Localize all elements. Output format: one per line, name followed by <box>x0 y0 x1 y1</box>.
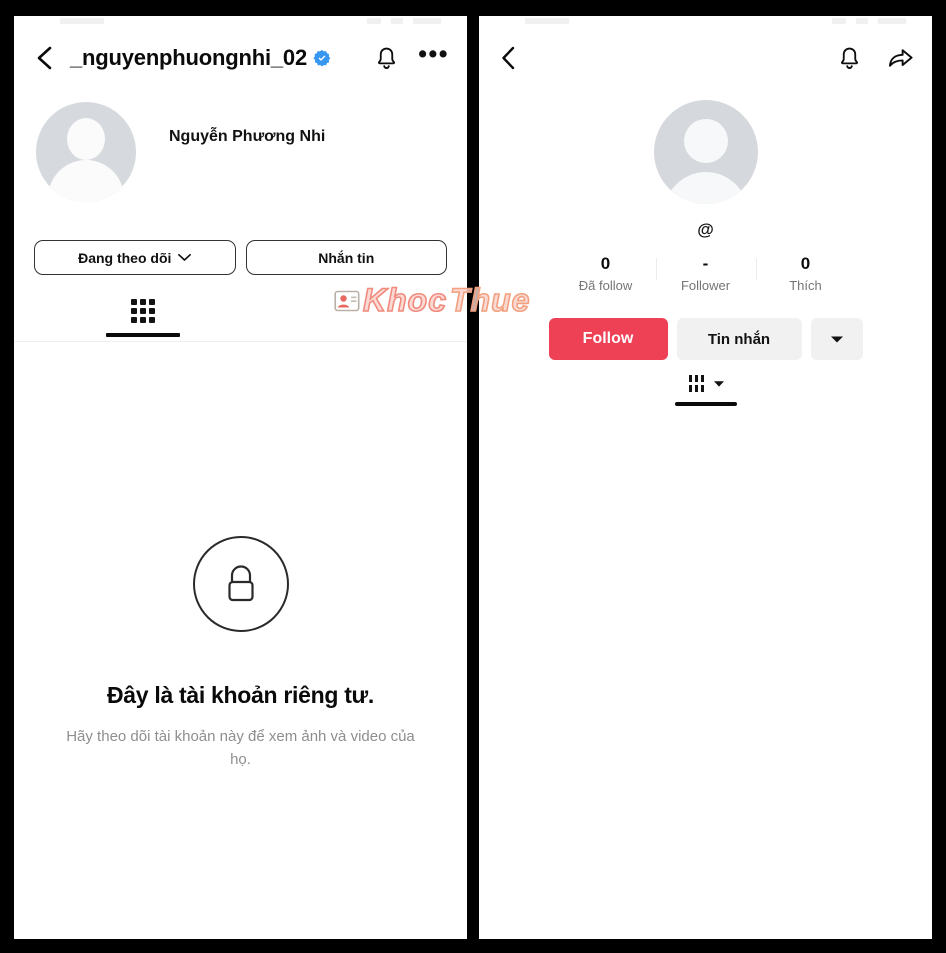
tab-grid[interactable] <box>106 298 180 337</box>
stat-label: Đã follow <box>578 278 633 293</box>
ellipsis-icon[interactable]: ••• <box>418 42 449 67</box>
tab-active-underline <box>106 333 180 337</box>
tabs-divider <box>14 341 467 342</box>
share-arrow-icon[interactable] <box>887 46 914 71</box>
private-account-title: Đây là tài khoản riêng tư. <box>106 682 375 708</box>
instagram-profile-panel: _nguyenphuongnhi_02 ••• Nguyễn Phương Nh… <box>14 16 467 939</box>
caret-down-icon <box>830 335 844 344</box>
instagram-header: _nguyenphuongnhi_02 ••• <box>14 27 467 89</box>
tiktok-grid-icon <box>687 374 709 394</box>
private-account-subtitle: Hãy theo dõi tài khoản này để xem ảnh và… <box>66 728 415 769</box>
tiktok-stats-row: 0 Đã follow - Follower 0 Thích <box>479 254 932 293</box>
status-bar-wifi-icon <box>391 18 403 24</box>
avatar-body <box>663 172 748 204</box>
status-bar <box>14 16 467 27</box>
tiktok-avatar-wrap <box>479 100 932 204</box>
following-button-label: Đang theo dõi <box>78 249 172 266</box>
following-button[interactable]: Đang theo dõi <box>34 240 236 275</box>
caret-down-icon <box>713 380 725 388</box>
avatar-head <box>67 118 105 160</box>
status-bar-wifi-icon <box>856 18 868 24</box>
grid-icon <box>130 298 156 324</box>
bell-icon[interactable] <box>838 46 861 71</box>
bell-icon[interactable] <box>375 46 398 71</box>
stat-label: Thích <box>789 278 822 293</box>
lock-icon <box>192 536 289 632</box>
status-bar <box>479 16 932 27</box>
stat-likes[interactable]: 0 Thích <box>755 254 856 293</box>
status-bar-battery-icon <box>413 18 441 24</box>
chevron-left-icon[interactable] <box>34 45 56 71</box>
stat-followers[interactable]: - Follower <box>655 254 756 293</box>
stat-label: Follower <box>680 278 731 293</box>
message-button[interactable]: Nhắn tin <box>245 240 447 275</box>
stat-value: 0 <box>600 254 611 273</box>
profile-full-name: Nguyễn Phương Nhi <box>169 128 326 145</box>
more-options-button[interactable] <box>810 318 863 360</box>
chevron-down-icon <box>178 253 192 262</box>
avatar-body <box>48 160 124 202</box>
chevron-left-icon[interactable] <box>499 45 519 71</box>
stat-value: - <box>702 254 709 273</box>
avatar-head <box>683 119 728 163</box>
status-bar-time <box>525 18 569 24</box>
profile-username: _nguyenphuongnhi_02 <box>70 45 307 70</box>
screenshot-frame: _nguyenphuongnhi_02 ••• Nguyễn Phương Nh… <box>0 0 946 953</box>
stat-following[interactable]: 0 Đã follow <box>556 254 656 293</box>
tiktok-header <box>479 27 932 89</box>
private-account-notice: Đây là tài khoản riêng tư. Hãy theo dõi … <box>14 536 467 772</box>
tab-active-underline <box>674 402 737 406</box>
default-avatar-icon[interactable] <box>653 100 758 204</box>
instagram-profile-row: Nguyễn Phương Nhi <box>14 102 467 212</box>
tiktok-action-buttons: Follow Tin nhắn <box>479 318 932 360</box>
tiktok-profile-panel: @ 0 Đã follow - Follower 0 Thích Follow … <box>479 16 932 939</box>
status-bar-battery-icon <box>878 18 906 24</box>
profile-handle: @ <box>697 220 714 239</box>
follow-button-label: Follow <box>582 330 634 347</box>
message-button-label: Tin nhắn <box>707 330 771 348</box>
default-avatar-icon[interactable] <box>36 102 136 202</box>
instagram-action-buttons: Đang theo dõi Nhắn tin <box>14 240 467 275</box>
tab-videos[interactable] <box>687 374 725 394</box>
message-button[interactable]: Tin nhắn <box>676 318 802 360</box>
tiktok-tabs <box>479 374 932 406</box>
instagram-tabs <box>14 294 467 342</box>
follow-button[interactable]: Follow <box>548 318 668 360</box>
message-button-label: Nhắn tin <box>318 249 375 266</box>
status-bar-signal-icon <box>832 18 846 24</box>
status-bar-time <box>60 18 104 24</box>
stat-value: 0 <box>800 254 811 273</box>
verified-badge-icon <box>313 49 331 67</box>
status-bar-signal-icon <box>367 18 381 24</box>
